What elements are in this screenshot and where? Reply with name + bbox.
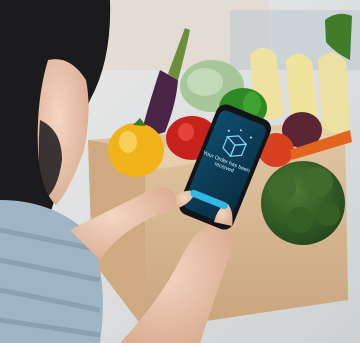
photo-scene: Your Order has been received — [0, 0, 360, 343]
corn-3 — [318, 52, 350, 134]
yellow-pepper — [108, 123, 164, 177]
photo-illustration — [0, 0, 360, 343]
